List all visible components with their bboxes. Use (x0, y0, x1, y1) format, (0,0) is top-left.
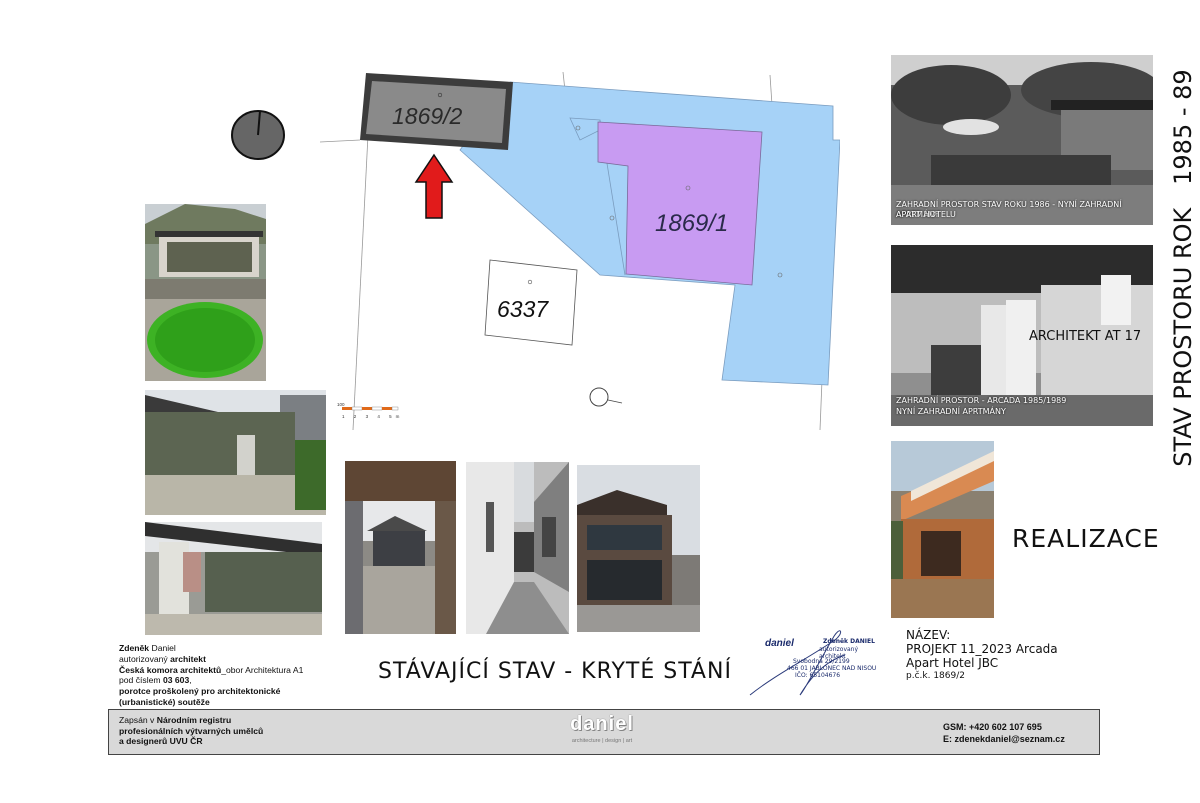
photo-pool (145, 204, 266, 381)
red-arrow-icon (414, 153, 454, 219)
register-info: Zapsán v Národním registru profesionální… (119, 715, 264, 747)
contact-info: GSM: +420 602 107 695 E: zdenekdaniel@se… (943, 721, 1065, 745)
realizace-label: REALIZACE (1012, 524, 1160, 553)
stamp-name: Zdeněk DANIEL (823, 638, 875, 645)
photo2-caption-1: ZAHRADNÍ PROSTOR - ARCADA 1985/1989 (896, 396, 1067, 405)
photo-passage (466, 462, 569, 634)
main-caption: STÁVAJÍCÍ STAV - KRYTÉ STÁNÍ (378, 659, 732, 684)
stamp-ico: IČO: 65104676 (795, 672, 841, 679)
scale-bar (342, 406, 399, 411)
stamp-logo: daniel (765, 638, 794, 649)
photo-historic-interior: ARCHITEKT AT 17 ZAHRADNÍ PROSTOR - ARCAD… (891, 245, 1153, 426)
project-parcel: p.č.k. 1869/2 (906, 671, 965, 681)
parcel-label-1869-2: 1869/2 (392, 103, 463, 129)
project-label: NÁZEV: (906, 628, 951, 642)
photo1-caption-2: APART HOTELU (896, 210, 956, 219)
parcel-label-6337: 6337 (497, 296, 549, 322)
project-block: NÁZEV: PROJEKT 11_2023 Arcada Apart Hote… (906, 628, 1058, 683)
vertical-title: STAV PROSTORU ROK 1985 - 89 (1169, 69, 1197, 467)
photo-historic-garden: ZAHRADNÍ PROSTOR STAV ROKU 1986 - NYNÍ Z… (891, 55, 1153, 225)
photo-realizace (891, 441, 994, 618)
photo2-caption-2: NYNÍ ZAHRADNÍ APRTMÁNY (896, 407, 1006, 416)
photo-shelter-front (145, 522, 322, 635)
stamp-street: Svobodná 29/2199 (793, 658, 850, 665)
daniel-logo: daniel architecture | design | art (570, 713, 634, 744)
project-name: PROJEKT 11_2023 Arcada (906, 642, 1058, 656)
scale-label: 100 (337, 402, 345, 407)
photo-carport (345, 461, 456, 634)
footer-bar: Zapsán v Národním registru profesionální… (108, 709, 1100, 755)
photo-building (577, 465, 700, 632)
north-compass-icon (231, 110, 285, 160)
scale-ticks: 1 2 3 4 5m (342, 414, 404, 419)
signature-stamp: daniel Zdeněk DANIEL autorizovaný archit… (745, 620, 885, 700)
gsm-text: GSM: +420 602 107 695 (943, 722, 1042, 732)
project-hotel: Apart Hotel JBC (906, 656, 999, 670)
email-text: E: zdenekdaniel@seznam.cz (943, 734, 1065, 744)
stamp-city: 466 01 JABLONEC NAD NISOU (787, 665, 877, 672)
author-block: Zdeněk Daniel autorizovaný architekt Čes… (119, 643, 304, 707)
photo-shelter-side (145, 390, 326, 515)
architect-at-17-label: ARCHITEKT AT 17 (1029, 329, 1142, 344)
parcel-label-1869-1: 1869/1 (655, 210, 729, 237)
